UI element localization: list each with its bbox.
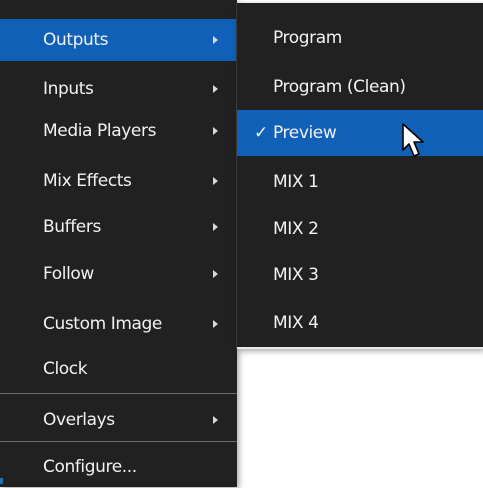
checkmark-icon: ✓: [254, 123, 268, 143]
menu-item-label: Configure...: [43, 457, 137, 477]
submenu-item-mix-1[interactable]: MIX 1: [237, 159, 483, 205]
menu-item-label: Clock: [43, 359, 88, 379]
submenu-arrow-icon: [213, 270, 218, 278]
submenu-item-label: Program: [273, 28, 342, 48]
submenu-item-label: MIX 3: [273, 265, 319, 285]
submenu-item-label: MIX 4: [273, 313, 319, 333]
submenu-arrow-icon: [213, 177, 218, 185]
submenu-item-program-clean[interactable]: Program (Clean): [237, 64, 483, 110]
outputs-submenu: Program Program (Clean) ✓ Preview MIX 1 …: [236, 3, 483, 349]
menu-item-label: Overlays: [43, 410, 115, 430]
submenu-item-program[interactable]: Program: [237, 15, 483, 61]
submenu-item-preview[interactable]: ✓ Preview: [237, 110, 483, 156]
menu-item-label: Custom Image: [43, 314, 162, 334]
background-edge: [0, 478, 3, 484]
menu-item-inputs[interactable]: Inputs: [0, 68, 237, 110]
menu-item-follow[interactable]: Follow: [0, 253, 237, 295]
menu-item-outputs[interactable]: Outputs: [0, 19, 237, 61]
menu-item-buffers[interactable]: Buffers: [0, 206, 237, 248]
submenu-item-mix-2[interactable]: MIX 2: [237, 206, 483, 252]
submenu-item-label: Preview: [273, 123, 337, 143]
submenu-arrow-icon: [213, 416, 218, 424]
submenu-item-mix-4[interactable]: MIX 4: [237, 300, 483, 346]
menu-item-label: Media Players: [43, 121, 157, 141]
menu-item-custom-image[interactable]: Custom Image: [0, 303, 237, 345]
menu-item-label: Follow: [43, 264, 94, 284]
submenu-arrow-icon: [213, 36, 218, 44]
menu-item-label: Inputs: [43, 79, 94, 99]
submenu-arrow-icon: [213, 320, 218, 328]
menu-item-label: Outputs: [43, 30, 109, 50]
context-menu: Outputs Inputs Media Players Mix Effects…: [0, 0, 237, 487]
submenu-arrow-icon: [213, 85, 218, 93]
menu-item-clock[interactable]: Clock: [0, 348, 237, 390]
menu-item-label: Mix Effects: [43, 171, 132, 191]
menu-item-mix-effects[interactable]: Mix Effects: [0, 160, 237, 202]
menu-separator: [0, 393, 237, 394]
submenu-arrow-icon: [213, 127, 218, 135]
menu-separator: [0, 441, 237, 442]
submenu-item-label: Program (Clean): [273, 77, 406, 97]
submenu-arrow-icon: [213, 223, 218, 231]
menu-item-configure[interactable]: Configure...: [0, 446, 237, 488]
menu-item-media-players[interactable]: Media Players: [0, 110, 237, 152]
submenu-item-label: MIX 1: [273, 172, 319, 192]
submenu-item-label: MIX 2: [273, 219, 319, 239]
submenu-bottom-border: [237, 347, 483, 349]
submenu-item-mix-3[interactable]: MIX 3: [237, 252, 483, 298]
menu-item-label: Buffers: [43, 217, 101, 237]
menu-item-overlays[interactable]: Overlays: [0, 399, 237, 441]
mouse-pointer-icon: [402, 123, 424, 157]
